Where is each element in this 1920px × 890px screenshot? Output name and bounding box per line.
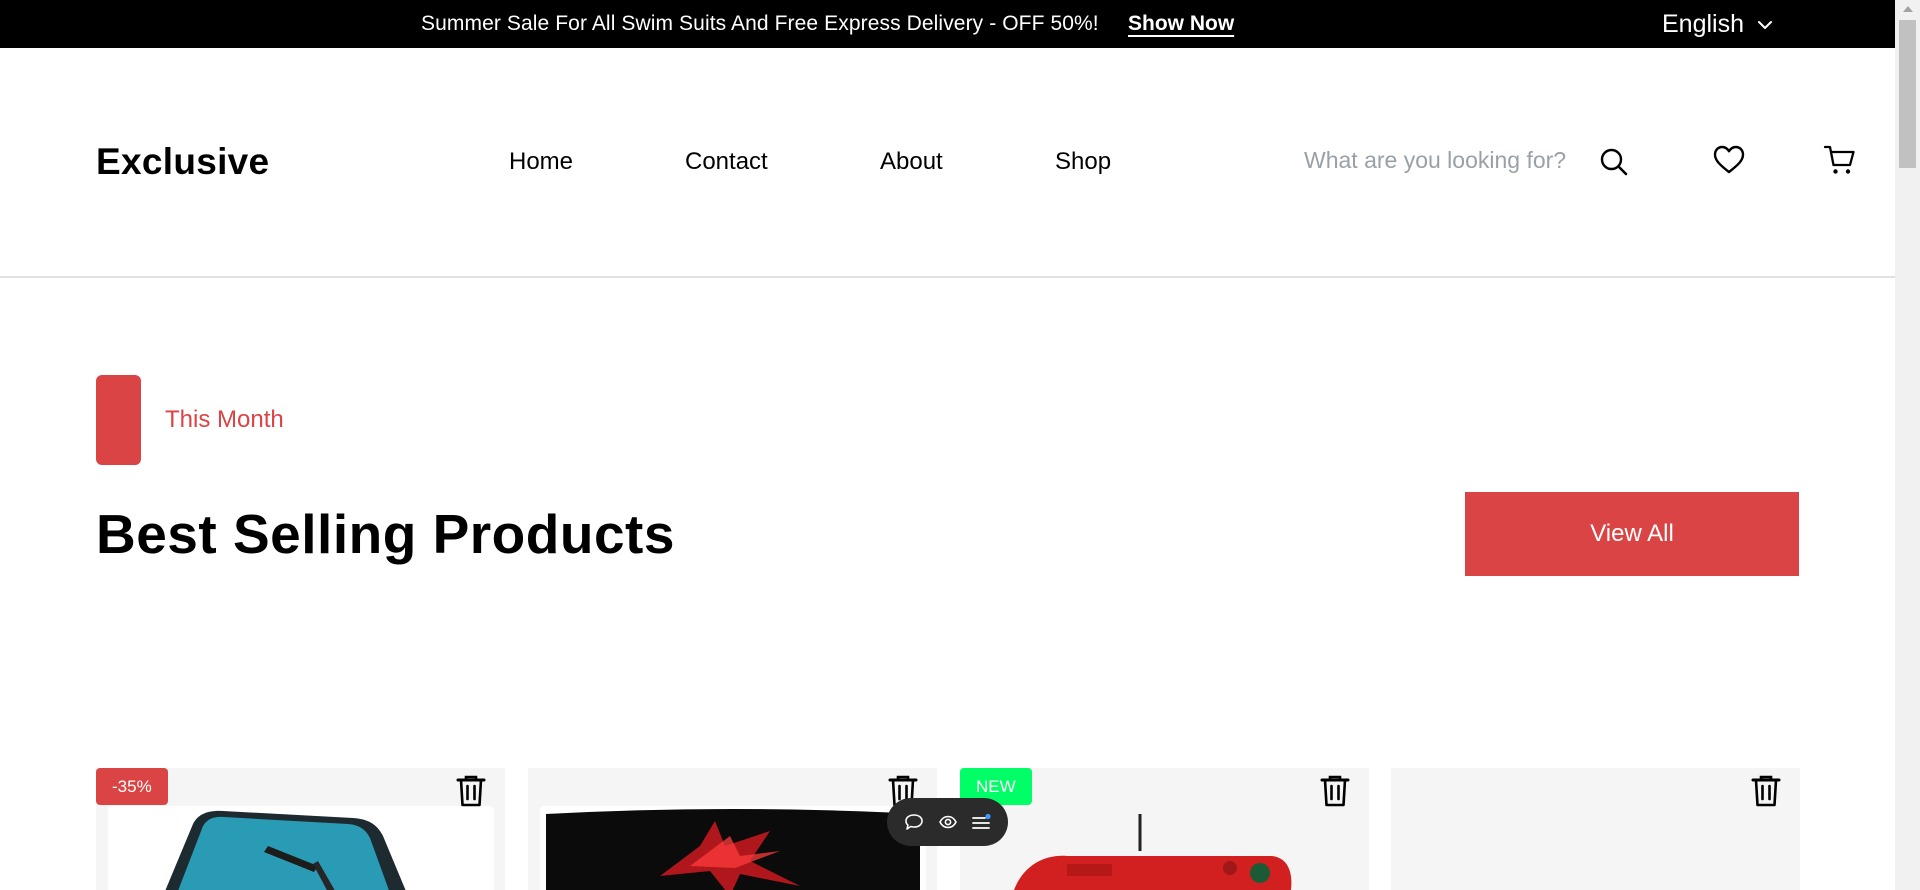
- product-image-monitor[interactable]: [540, 806, 926, 890]
- trash-icon[interactable]: [453, 772, 489, 810]
- scroll-up-arrow-icon[interactable]: [1903, 6, 1913, 12]
- search-icon[interactable]: [1596, 144, 1632, 180]
- site-logo[interactable]: Exclusive: [96, 141, 269, 183]
- comment-icon[interactable]: [900, 808, 928, 836]
- chevron-down-icon: [1758, 20, 1772, 29]
- cart-icon[interactable]: [1821, 141, 1859, 179]
- product-image-gamepad[interactable]: [972, 806, 1358, 890]
- product-card[interactable]: [1391, 768, 1800, 890]
- page-scrollbar[interactable]: [1895, 0, 1920, 890]
- promo-bar: Summer Sale For All Swim Suits And Free …: [0, 0, 1895, 48]
- nav-contact[interactable]: Contact: [685, 148, 768, 176]
- section-accent-bar: [96, 375, 141, 465]
- product-card[interactable]: -35%: [96, 768, 505, 890]
- product-image-laptop[interactable]: [108, 806, 494, 890]
- show-now-link[interactable]: Show Now: [1128, 12, 1234, 36]
- language-select[interactable]: English: [1662, 10, 1772, 39]
- product-card[interactable]: NEW: [960, 768, 1369, 890]
- nav-shop[interactable]: Shop: [1055, 148, 1111, 176]
- nav-about[interactable]: About: [880, 148, 943, 176]
- page: Summer Sale For All Swim Suits And Free …: [0, 0, 1920, 890]
- site-header: Exclusive Home Contact About Shop: [0, 48, 1895, 278]
- heart-icon[interactable]: [1710, 142, 1748, 178]
- trash-icon[interactable]: [1317, 772, 1353, 810]
- discount-badge: -35%: [96, 768, 168, 805]
- search-input[interactable]: [1304, 144, 1574, 176]
- floating-toolbar: [887, 798, 1008, 846]
- nav-home[interactable]: Home: [509, 148, 573, 176]
- eye-icon[interactable]: [934, 808, 962, 836]
- view-all-button[interactable]: View All: [1465, 492, 1799, 576]
- menu-icon[interactable]: [967, 808, 995, 836]
- section-label: This Month: [165, 406, 284, 433]
- trash-icon[interactable]: [1748, 772, 1784, 810]
- language-label: English: [1662, 10, 1744, 38]
- scroll-thumb[interactable]: [1899, 20, 1916, 168]
- section-title: Best Selling Products: [96, 503, 675, 565]
- promo-text: Summer Sale For All Swim Suits And Free …: [421, 12, 1099, 35]
- product-card[interactable]: [528, 768, 937, 890]
